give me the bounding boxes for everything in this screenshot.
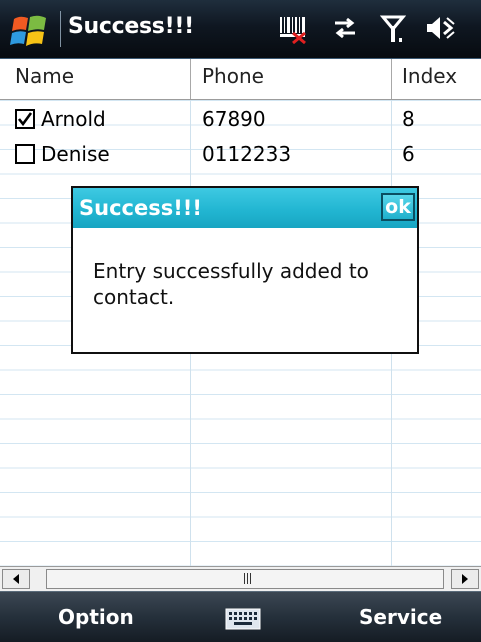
column-separator[interactable] bbox=[190, 59, 191, 99]
grip-line bbox=[244, 573, 245, 584]
column-header-index[interactable]: Index bbox=[402, 64, 457, 88]
arrow-left-icon bbox=[13, 574, 19, 584]
signal-antenna-icon[interactable] bbox=[380, 14, 406, 44]
speaker-muted-icon[interactable] bbox=[424, 14, 456, 42]
option-softkey[interactable]: Option bbox=[58, 605, 134, 629]
column-separator[interactable] bbox=[391, 59, 392, 99]
row-phone: 0112233 bbox=[202, 142, 292, 166]
arrow-right-icon bbox=[462, 574, 468, 584]
horizontal-scrollbar[interactable] bbox=[0, 566, 481, 591]
list-row[interactable]: Denise 0112233 6 bbox=[0, 140, 481, 168]
grip-line bbox=[250, 573, 251, 584]
dialog-title: Success!!! bbox=[79, 196, 202, 220]
ok-button[interactable]: ok bbox=[381, 193, 415, 221]
barcode-connection-icon[interactable] bbox=[278, 14, 308, 44]
row-index: 6 bbox=[402, 142, 415, 166]
scroll-thumb[interactable] bbox=[46, 569, 444, 589]
scroll-right-button[interactable] bbox=[451, 569, 479, 589]
dialog-message: Entry successfully added to contact. bbox=[93, 259, 369, 309]
menu-bar: Option Service bbox=[0, 591, 481, 642]
row-name: Arnold bbox=[41, 107, 106, 131]
checkmark-icon bbox=[17, 112, 33, 127]
row-phone: 67890 bbox=[202, 107, 266, 131]
list-row[interactable]: Arnold 67890 8 bbox=[0, 105, 481, 133]
grip-line bbox=[247, 573, 248, 584]
success-dialog: Success!!! ok Entry successfully added t… bbox=[71, 186, 419, 354]
title-separator bbox=[60, 11, 61, 47]
column-header-name[interactable]: Name bbox=[15, 64, 74, 88]
service-softkey[interactable]: Service bbox=[359, 605, 442, 629]
row-index: 8 bbox=[402, 107, 415, 131]
sync-arrows-icon[interactable] bbox=[331, 14, 359, 42]
scroll-left-button[interactable] bbox=[2, 569, 30, 589]
row-name: Denise bbox=[41, 142, 110, 166]
title-bar: Success!!! bbox=[0, 0, 481, 59]
keyboard-icon[interactable] bbox=[225, 608, 261, 630]
list-header: Name Phone Index bbox=[0, 59, 481, 100]
row-checkbox[interactable] bbox=[15, 109, 35, 129]
dialog-title-bar: Success!!! ok bbox=[73, 188, 417, 228]
row-checkbox[interactable] bbox=[15, 144, 35, 164]
column-header-phone[interactable]: Phone bbox=[202, 64, 264, 88]
windows-start-icon[interactable] bbox=[8, 11, 54, 51]
app-title: Success!!! bbox=[68, 14, 194, 39]
